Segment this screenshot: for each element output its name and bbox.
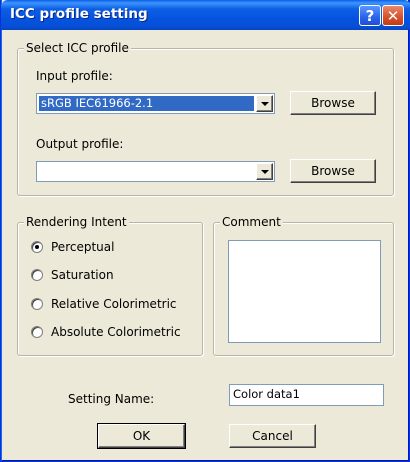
- radio-button-icon[interactable]: [31, 298, 43, 310]
- radio-perceptual[interactable]: Perceptual: [31, 239, 114, 255]
- comment-group: Comment: [213, 215, 394, 356]
- input-browse-button[interactable]: Browse: [290, 91, 376, 115]
- radio-absolute-colorimetric[interactable]: Absolute Colorimetric: [31, 324, 181, 340]
- output-profile-combo[interactable]: [36, 161, 275, 182]
- title-bar[interactable]: ICC profile setting ? ✕: [1, 0, 410, 30]
- radio-button-icon[interactable]: [31, 241, 43, 253]
- radio-button-icon[interactable]: [31, 326, 43, 338]
- ok-button[interactable]: OK: [97, 423, 186, 449]
- close-icon: ✕: [386, 6, 400, 25]
- output-profile-label: Output profile:: [36, 137, 124, 151]
- setting-name-label: Setting Name:: [68, 392, 155, 406]
- comment-textarea[interactable]: [228, 240, 381, 343]
- radio-relative-colorimetric-label: Relative Colorimetric: [51, 297, 177, 311]
- radio-saturation[interactable]: Saturation: [31, 267, 114, 283]
- radio-selected-dot: [35, 245, 39, 249]
- close-button[interactable]: ✕: [382, 5, 404, 26]
- output-browse-button[interactable]: Browse: [290, 159, 376, 183]
- select-icc-profile-label: Select ICC profile: [24, 41, 131, 55]
- window-title: ICC profile setting: [10, 6, 148, 22]
- input-profile-combo[interactable]: sRGB IEC61966-2.1: [36, 93, 275, 114]
- comment-label: Comment: [220, 215, 283, 229]
- rendering-intent-label: Rendering Intent: [24, 215, 129, 229]
- input-profile-dropdown-button[interactable]: [256, 95, 273, 112]
- input-profile-label: Input profile:: [36, 69, 113, 83]
- select-icc-profile-group: Select ICC profile Input profile: sRGB I…: [17, 41, 394, 196]
- help-icon: ?: [365, 6, 375, 25]
- input-profile-value: sRGB IEC61966-2.1: [39, 96, 254, 111]
- rendering-intent-group: Rendering Intent Perceptual Saturation R…: [17, 215, 203, 356]
- cancel-button[interactable]: Cancel: [229, 424, 316, 448]
- chevron-down-icon: [260, 169, 269, 174]
- radio-relative-colorimetric[interactable]: Relative Colorimetric: [31, 296, 177, 312]
- help-button[interactable]: ?: [359, 5, 381, 26]
- setting-name-input[interactable]: Color data1: [229, 384, 384, 406]
- output-profile-value: [39, 164, 254, 179]
- radio-button-icon[interactable]: [31, 269, 43, 281]
- radio-saturation-label: Saturation: [51, 268, 114, 282]
- chevron-down-icon: [260, 101, 269, 106]
- radio-absolute-colorimetric-label: Absolute Colorimetric: [51, 325, 181, 339]
- radio-perceptual-label: Perceptual: [51, 240, 115, 254]
- dialog-window: ICC profile setting ? ✕ Select ICC profi…: [0, 0, 410, 462]
- output-profile-dropdown-button[interactable]: [256, 163, 273, 180]
